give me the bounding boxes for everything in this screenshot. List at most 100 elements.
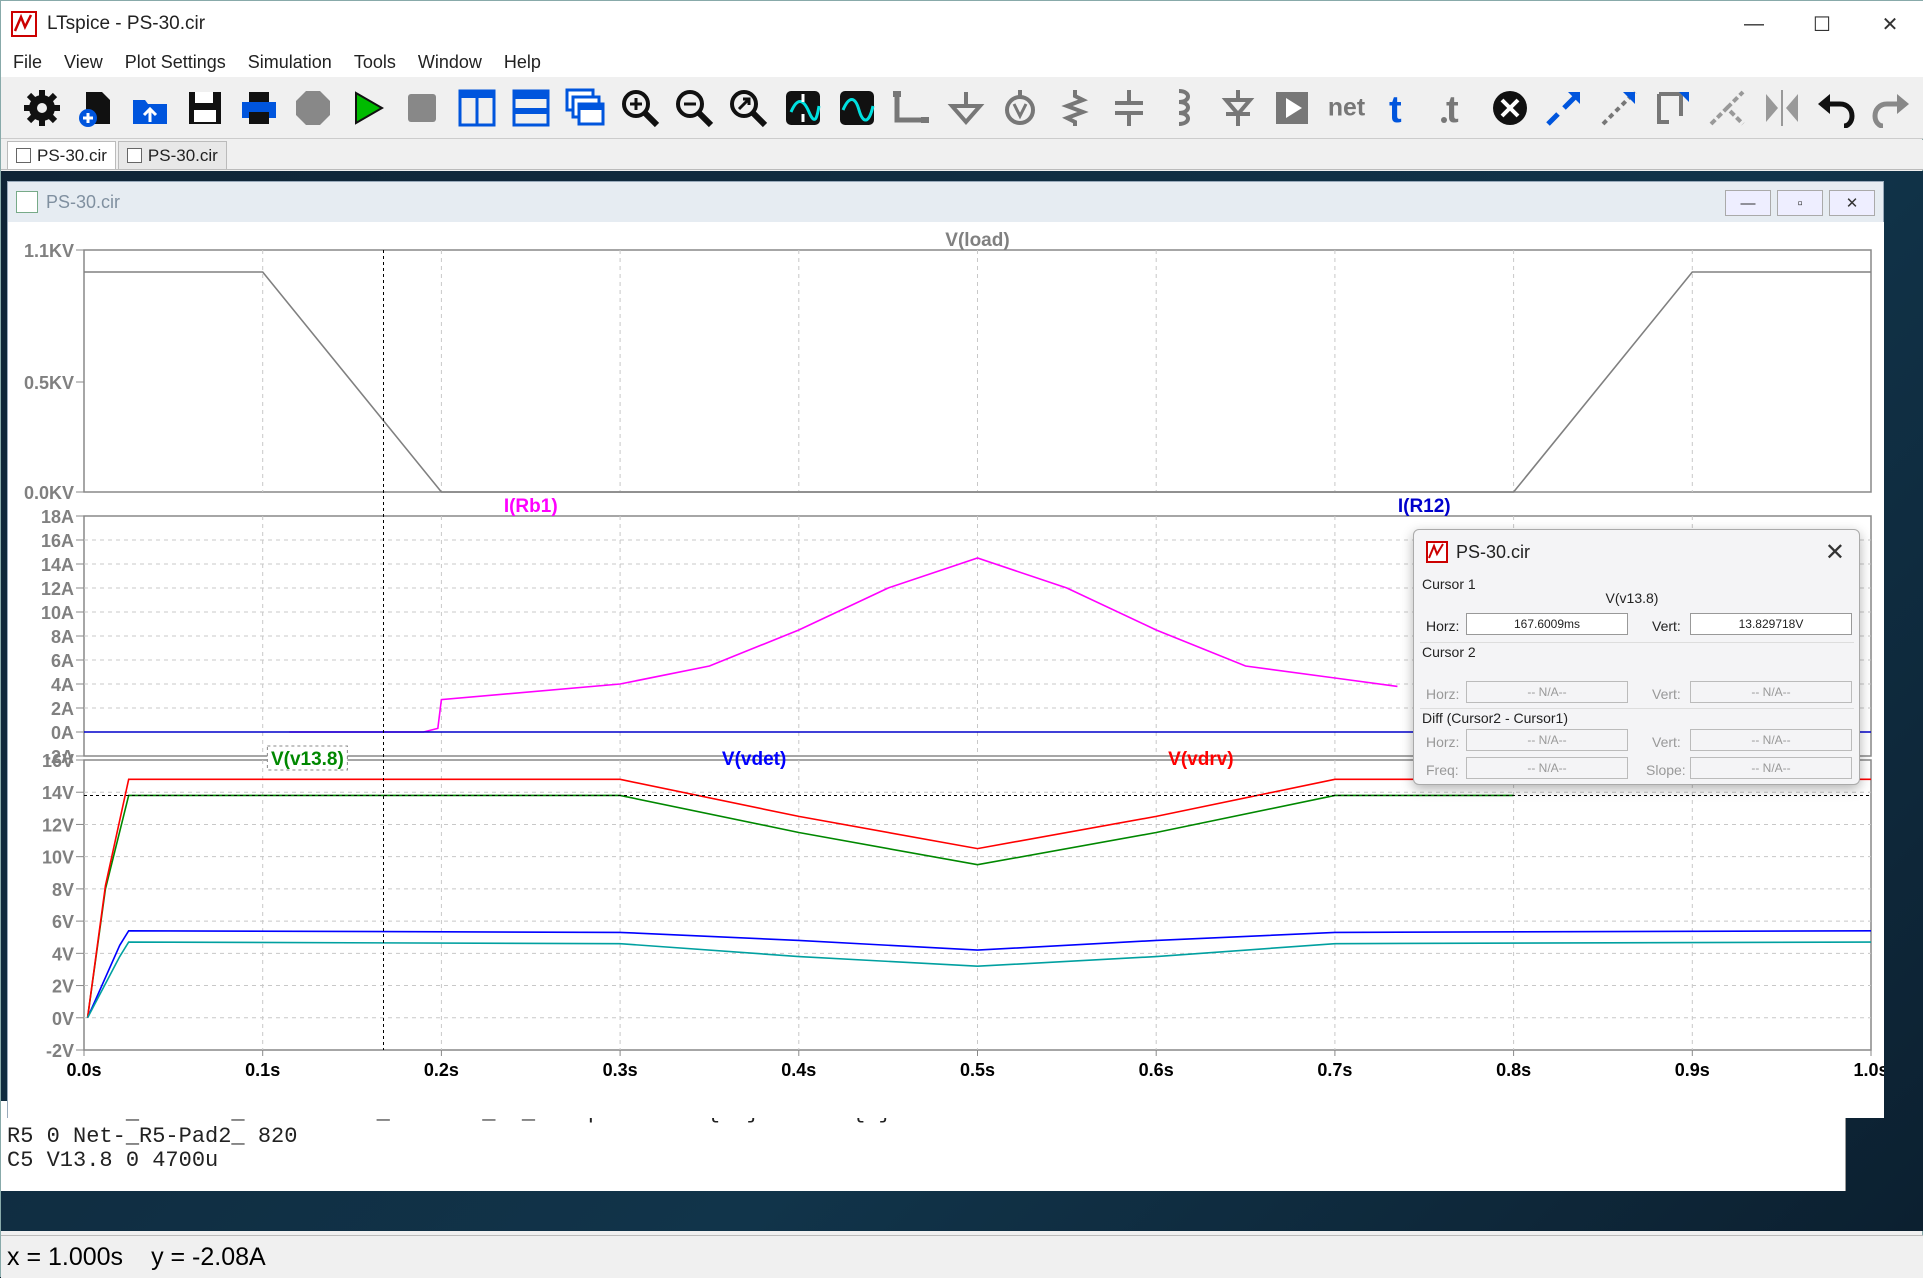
trace-label-vvdet: V(vdet) [722,749,786,770]
halt-icon[interactable] [293,87,334,129]
y-tick-label: 1.1KV [24,241,74,261]
plot-minimize-button[interactable]: — [1725,190,1771,216]
diff-group-divider [1420,708,1854,709]
minimize-button[interactable]: — [1720,1,1788,47]
zoom-in-icon[interactable] [619,87,660,129]
delete-icon[interactable] [1489,87,1530,129]
y-tick-label: 6V [52,912,74,932]
y-tick-label: 16A [41,531,74,551]
y-tick-label: 2A [51,699,74,719]
menu-bar: File View Plot Settings Simulation Tools… [1,47,1923,77]
spice-directive-icon[interactable]: t [1435,87,1476,129]
schematic-tab-icon [126,148,142,163]
tab-label: PS-30.cir [37,145,107,165]
cursor-dialog-close-button[interactable]: ✕ [1825,538,1845,567]
plot-close-button[interactable]: ✕ [1829,190,1875,216]
app-root: LTspice - PS-30.cir — ☐ ✕ File View Plot… [0,0,1923,1278]
undo-icon[interactable] [1816,87,1857,129]
tab-bar: PS-30.cir PS-30.cir [1,140,1923,170]
mirror-icon[interactable] [1761,87,1802,129]
waveform-icon[interactable] [836,87,877,129]
diff-freq-field: -- N/A-- [1466,757,1628,779]
tab-waveform[interactable]: PS-30.cir [7,141,116,169]
cursor1-vert-field[interactable]: 13.829718V [1690,613,1852,635]
y-tick-label: 4A [51,675,74,695]
inductor-icon[interactable] [1163,87,1204,129]
label-net-icon[interactable] [999,87,1040,129]
cursor2-vert-label: Vert: [1652,686,1681,702]
plot-maximize-button[interactable]: ▫ [1777,190,1823,216]
new-schematic-icon[interactable] [75,87,116,129]
window-title: LTspice - PS-30.cir [47,13,206,34]
trace-label-ir12: I(R12) [1398,496,1451,517]
move-icon[interactable] [1598,87,1639,129]
cursor1-label: Cursor 1 [1422,576,1476,592]
duplicate-icon[interactable] [1544,87,1585,129]
y-tick-label: 0.0KV [24,483,74,503]
menu-tools[interactable]: Tools [354,52,396,73]
menu-file[interactable]: File [13,52,42,73]
component-icon[interactable] [1271,87,1312,129]
maximize-button[interactable]: ☐ [1788,1,1856,47]
x-tick-label: 0.1s [245,1060,280,1080]
cursor1-trace-name: V(v13.8) [1605,590,1659,606]
menu-view[interactable]: View [64,52,103,73]
menu-window[interactable]: Window [418,52,482,73]
print-icon[interactable] [238,87,279,129]
tile-horizontal-icon[interactable] [510,87,551,129]
status-y-readout: y = -2.08A [151,1242,266,1271]
diode-icon[interactable] [1217,87,1258,129]
save-icon[interactable] [184,87,225,129]
y-tick-label: 0V [52,1009,74,1029]
trace-label-irb1: I(Rb1) [504,496,558,517]
x-tick-label: 0.9s [1675,1060,1710,1080]
cursor1-horz-label: Horz: [1426,618,1460,634]
autorange-icon[interactable] [782,87,823,129]
cursor2-label: Cursor 2 [1422,644,1476,660]
text-icon[interactable]: t [1381,87,1422,129]
close-button[interactable]: ✕ [1856,1,1923,47]
toolbar: net t t [1,77,1923,139]
cascade-icon[interactable] [565,87,606,129]
waveform-window-controls: — ▫ ✕ [1719,190,1875,216]
cursor1-horz-field[interactable]: 167.6009ms [1466,613,1628,635]
diff-horz-field: -- N/A-- [1466,729,1628,751]
menu-simulation[interactable]: Simulation [248,52,332,73]
ground-icon[interactable] [945,87,986,129]
title-bar: LTspice - PS-30.cir — ☐ ✕ [1,1,1923,47]
menu-plot-settings[interactable]: Plot Settings [125,52,226,73]
diff-horz-label: Horz: [1426,734,1460,750]
open-icon[interactable] [130,87,171,129]
y-tick-label: 14A [41,555,74,575]
cursor-dialog-title: PS-30.cir [1456,541,1531,562]
x-tick-label: 0.3s [603,1060,638,1080]
netlist-line: C5 V13.8 0 4700u [7,1148,219,1173]
zoom-fit-icon[interactable] [728,87,769,129]
y-tick-label: 12V [42,815,74,835]
redo-icon[interactable] [1870,87,1911,129]
resistor-icon[interactable] [1054,87,1095,129]
menu-help[interactable]: Help [504,52,541,73]
stop-icon[interactable] [402,87,443,129]
tab-label: PS-30.cir [147,145,218,165]
run-icon[interactable] [347,87,388,129]
tab-schematic[interactable]: PS-30.cir [117,141,227,169]
cursor-dialog-titlebar: PS-30.cir [1414,530,1859,574]
drag-icon[interactable] [1652,87,1693,129]
x-tick-label: 0.4s [781,1060,816,1080]
diff-slope-field: -- N/A-- [1690,757,1852,779]
y-tick-label: 12A [41,579,74,599]
wire-icon[interactable] [891,87,932,129]
zoom-out-icon[interactable] [673,87,714,129]
capacitor-icon[interactable] [1108,87,1149,129]
tile-vertical-icon[interactable] [456,87,497,129]
trace-label-vvdrv: V(vdrv) [1168,749,1233,770]
y-tick-label: 0A [51,723,74,743]
undo-draw-icon[interactable] [1707,87,1748,129]
x-tick-label: 0.7s [1317,1060,1352,1080]
net-icon[interactable]: net [1326,87,1368,129]
svg-text:t: t [1389,89,1402,128]
gear-icon[interactable] [21,87,62,129]
cursor2-horz-field: -- N/A-- [1466,681,1628,703]
y-tick-label: -2V [46,1041,74,1061]
